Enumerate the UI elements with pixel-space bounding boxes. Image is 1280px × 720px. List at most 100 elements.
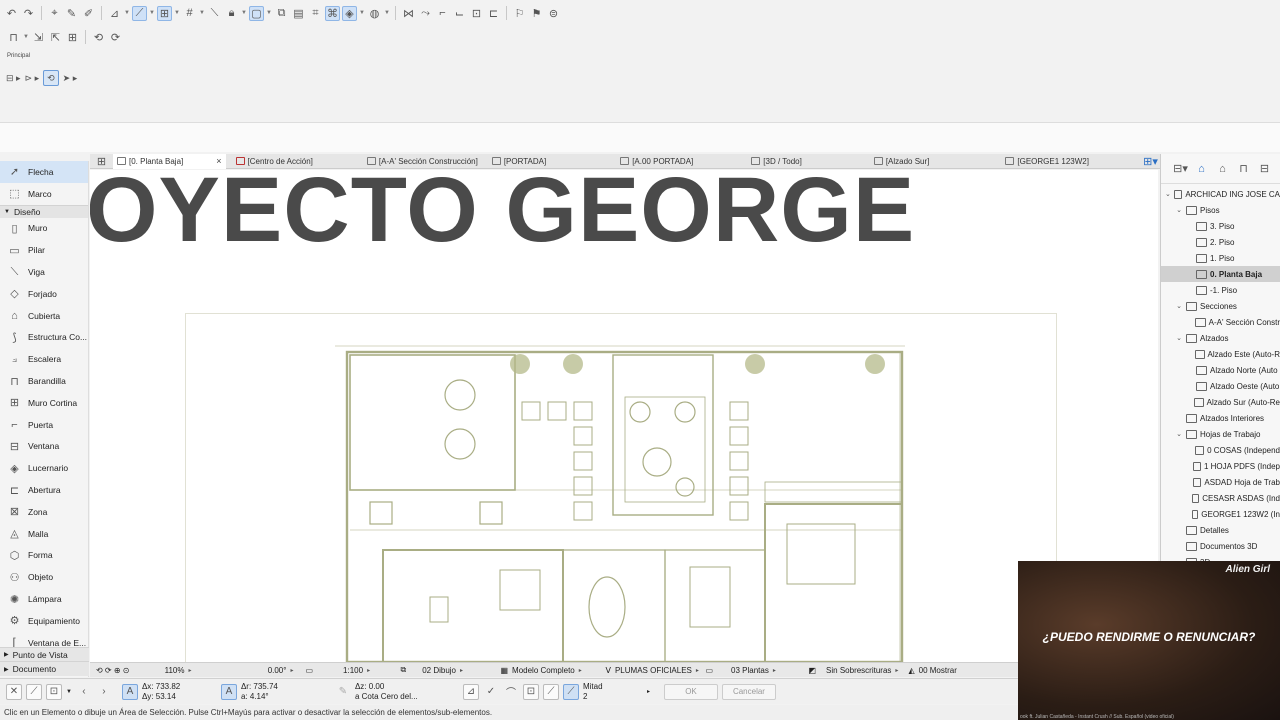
tab-overview-icon[interactable]: ⊞ xyxy=(94,154,109,169)
bisector-icon[interactable]: ⟋ xyxy=(562,683,579,700)
undo-icon[interactable]: ↶ xyxy=(4,6,19,21)
split-icon[interactable]: ⋈ xyxy=(401,6,416,21)
project-map-icon[interactable]: ⌂ xyxy=(1194,161,1209,176)
navigator-item[interactable]: ⌄ Alzados xyxy=(1161,330,1280,346)
tool-lamp[interactable]: ✺ Lámpara xyxy=(0,588,88,610)
scale-field[interactable]: ▭ 1:100 ▸ xyxy=(299,663,394,678)
chevron-down-icon[interactable]: ▼ xyxy=(241,10,247,16)
tool-opening[interactable]: ⊏ Abertura xyxy=(0,479,88,501)
navigator-item[interactable]: -1. Piso xyxy=(1161,282,1280,298)
3d-view-icon[interactable]: ◈ xyxy=(342,5,357,21)
undo-zoom-icon[interactable]: ⟲ ⟳ ⊕ ⊙ xyxy=(90,663,135,678)
navigator-item[interactable]: ⌄ ARCHICAD ING JOSE CA xyxy=(1161,186,1280,202)
tab-centro-accion[interactable]: [Centro de Acción] xyxy=(232,154,317,169)
arrow-mode-icon[interactable]: ⊳ ▸ xyxy=(25,70,40,86)
tool-mesh[interactable]: ◬ Malla xyxy=(0,523,88,545)
guideline-icon[interactable]: ⊿ xyxy=(462,683,479,700)
chevron-down-icon[interactable]: ▼ xyxy=(384,10,390,16)
lock-icon[interactable]: 🔒︎ xyxy=(224,6,239,21)
send-changes-icon[interactable]: ⇲ xyxy=(31,30,46,45)
tool-door[interactable]: ⌐ Puerta xyxy=(0,414,88,436)
snap-guides-icon[interactable]: ⟋ xyxy=(132,5,147,21)
tool-window[interactable]: ⊟ Ventana xyxy=(0,436,88,458)
redo-icon[interactable]: ↷ xyxy=(21,6,36,21)
tab-a00-portada[interactable]: [A.00 PORTADA] xyxy=(616,154,697,169)
suspend-groups-icon[interactable]: ⧉ xyxy=(274,6,289,21)
publisher-icon[interactable]: ⊟ xyxy=(1257,161,1272,176)
curve-icon[interactable]: ⌒ xyxy=(503,684,519,700)
navigator-item[interactable]: 2. Piso xyxy=(1161,234,1280,250)
renovation-icon[interactable]: ◍ xyxy=(367,6,382,21)
align-icon[interactable]: ⊏ xyxy=(486,6,501,21)
navigator-item[interactable]: 0 COSAS (Independ xyxy=(1161,442,1280,458)
tool-slab[interactable]: ◇ Forjado xyxy=(0,283,88,305)
tool-railing[interactable]: ⊓ Barandilla xyxy=(0,370,88,392)
chevron-down-icon[interactable]: ⌄ xyxy=(1175,334,1183,342)
tool-shell[interactable]: ⟆ Estructura Co... xyxy=(0,327,88,349)
guide-icon[interactable]: ⊿ xyxy=(107,6,122,21)
rotation-field[interactable]: 0.00° ▸ xyxy=(197,663,299,678)
tool-equipment[interactable]: ⚙ Equipamiento xyxy=(0,610,88,632)
navigator-item[interactable]: CESASR ASDAS (Ind xyxy=(1161,490,1280,506)
chevron-right-icon[interactable]: ▸ xyxy=(647,688,650,695)
check-icon[interactable]: ✓ xyxy=(483,684,499,700)
measure-icon[interactable]: ⟋ xyxy=(542,683,559,700)
polar-coord-icon[interactable]: A xyxy=(220,683,237,700)
next-icon[interactable]: › xyxy=(96,684,112,700)
chevron-down-icon[interactable]: ▼ xyxy=(23,34,29,40)
navigator-item[interactable]: 3. Piso xyxy=(1161,218,1280,234)
explode-icon[interactable]: ⊡ xyxy=(469,6,484,21)
chevron-down-icon[interactable]: ▼ xyxy=(266,10,272,16)
layer-snap-icon[interactable]: ⊞ xyxy=(157,5,172,21)
navigator-item[interactable]: ⌄ Hojas de Trabajo xyxy=(1161,426,1280,442)
section-diseno[interactable]: ▼ Diseño xyxy=(0,204,88,218)
relative-coord-icon[interactable]: A xyxy=(121,683,138,700)
grid-icon[interactable]: # xyxy=(182,6,197,21)
chevron-down-icon[interactable]: ▼ xyxy=(66,689,72,695)
tool-marco[interactable]: ⬚ Marco xyxy=(0,183,88,205)
layout-book-icon[interactable]: ⊓ xyxy=(1236,161,1251,176)
view-map-icon[interactable]: ⌂ xyxy=(1215,161,1230,176)
dimension-field[interactable]: ▭ 03 Plantas ▸ xyxy=(699,663,802,678)
navigator-item[interactable]: Alzado Oeste (Auto xyxy=(1161,378,1280,394)
ok-button[interactable]: OK xyxy=(663,683,718,700)
reserve-icon[interactable]: ⊞ xyxy=(65,30,80,45)
select-cursor-icon[interactable]: ⌖ xyxy=(47,6,62,21)
prev-icon[interactable]: ‹ xyxy=(76,684,92,700)
navigator-item[interactable]: A-A' Sección Constr xyxy=(1161,314,1280,330)
snap-icon[interactable]: ⟋ xyxy=(26,683,42,700)
navigator-item[interactable]: ⌄ Secciones xyxy=(1161,298,1280,314)
layer-combination-field[interactable]: ⧉ 02 Dibujo ▸ xyxy=(394,663,494,678)
navigator-item[interactable]: Detalles xyxy=(1161,522,1280,538)
chevron-down-icon[interactable]: ▼ xyxy=(199,10,205,16)
tool-skylight[interactable]: ◈ Lucernario xyxy=(0,457,88,479)
chevron-down-icon[interactable]: ⌄ xyxy=(1165,190,1171,198)
tab-menu-icon[interactable]: ⊞▾ xyxy=(1143,154,1158,169)
navigator-item[interactable]: 1. Piso xyxy=(1161,250,1280,266)
override-field[interactable]: ◩ Sin Sobrescrituras ▸ xyxy=(802,663,902,678)
offset-icon[interactable]: ⌙ xyxy=(452,6,467,21)
flag-icon[interactable]: ⚐ xyxy=(512,6,527,21)
navigator-item[interactable]: Documentos 3D xyxy=(1161,538,1280,554)
tool-wall[interactable]: ▯ Muro xyxy=(0,218,88,240)
chevron-down-icon[interactable]: ⌄ xyxy=(1175,206,1183,214)
tool-zone[interactable]: ⊠ Zona xyxy=(0,501,88,523)
ruler-icon[interactable]: ⟍ xyxy=(207,6,222,21)
snap-points-icon[interactable]: ⊡ xyxy=(522,683,539,700)
chevron-down-icon[interactable]: ⌄ xyxy=(1175,430,1183,438)
messaging-icon[interactable]: ⟳ xyxy=(108,30,123,45)
tab-portada[interactable]: [PORTADA] xyxy=(488,154,550,169)
layer-settings-icon[interactable]: ⊜ xyxy=(546,6,561,21)
receive-changes-icon[interactable]: ⇱ xyxy=(48,30,63,45)
tool-curtain-wall[interactable]: ⊞ Muro Cortina xyxy=(0,392,88,414)
trim-icon[interactable]: ⌗ xyxy=(308,6,323,21)
selection-mode-icon[interactable]: ⟲ xyxy=(43,70,59,86)
navigator-item[interactable]: GEORGE1 123W2 (In xyxy=(1161,506,1280,522)
model-view-field[interactable]: ▦ Modelo Completo ▸ xyxy=(494,663,599,678)
group-icon[interactable]: ▢ xyxy=(249,5,264,21)
magic-wand-icon[interactable]: ⌘ xyxy=(325,5,340,21)
tool-column[interactable]: ▭ Pilar xyxy=(0,239,88,261)
section-punto-de-vista[interactable]: ▶ Punto de Vista xyxy=(0,647,89,661)
navigator-item[interactable]: Alzado Este (Auto-R xyxy=(1161,346,1280,362)
pointer-mode-icon[interactable]: ➤ ▸ xyxy=(63,70,78,86)
